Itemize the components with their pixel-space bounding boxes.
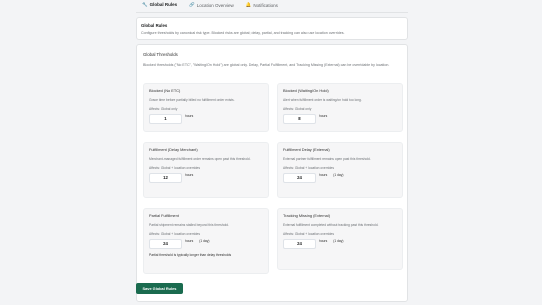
duration-note: (1 day): [199, 239, 210, 243]
unit-label: hours: [319, 173, 328, 177]
rule-title: Blocked (No ETC): [149, 88, 181, 93]
rule-card-blocked-no-etc: Blocked (No ETC) Grace time before parti…: [143, 83, 269, 132]
rule-card-partial-fulfillment: Partial Fulfillment Partial shipment rem…: [143, 208, 269, 274]
threshold-input[interactable]: 24: [149, 238, 182, 249]
threshold-input[interactable]: 12: [149, 172, 182, 183]
rule-footnote: Partial threshold is typically longer th…: [149, 252, 232, 257]
thresholds-card: Global Thresholds Blocked thresholds ("N…: [136, 44, 408, 302]
threshold-input[interactable]: 24: [283, 172, 316, 183]
rule-affects: Affects: Global + location overrides: [149, 231, 200, 236]
rule-title: Tracking Missing (External): [283, 213, 330, 218]
rule-card-fulfillment-delay-external: Fulfillment Delay (External) External pa…: [277, 142, 403, 198]
threshold-input[interactable]: 24: [283, 238, 316, 249]
rule-affects: Affects: Global + location overrides: [149, 165, 200, 170]
threshold-input[interactable]: 8: [283, 113, 316, 124]
rule-description: External partner fulfillment remains ope…: [283, 157, 371, 161]
rule-description: Partial shipment remains stalled beyond …: [149, 223, 229, 227]
wrench-icon: 🔧: [142, 1, 148, 7]
unit-label: hours: [185, 173, 194, 177]
duration-note: (1 day): [333, 173, 344, 177]
unit-label: hours: [185, 239, 194, 243]
rule-card-tracking-missing: Tracking Missing (External) External ful…: [277, 208, 403, 270]
unit-label: hours: [185, 114, 194, 118]
rule-card-blocked-waiting: Blocked (Waiting/On Hold) Alert when ful…: [277, 83, 403, 132]
tab-label: Location Overview: [196, 2, 234, 8]
section-title: Global Thresholds: [143, 52, 178, 57]
tab-label: Global Rules: [149, 2, 178, 7]
rule-affects: Affects: Global only: [283, 106, 312, 111]
rule-description: External fulfillment completed without t…: [283, 223, 379, 227]
unit-label: hours: [319, 239, 328, 243]
section-description: Blocked thresholds ("No ETC", "Waiting/O…: [143, 63, 390, 67]
rule-description: Grace time before partially billed no fu…: [149, 98, 235, 102]
page-title: Global Rules: [141, 23, 168, 28]
tab-label: Notifications: [253, 2, 278, 8]
duration-note: (1 day): [333, 239, 344, 243]
tab-divider: [136, 12, 408, 13]
bell-icon: 🔔: [245, 2, 252, 7]
rule-title: Fulfillment Delay (External): [283, 147, 330, 152]
rule-affects: Affects: Global + location overrides: [283, 165, 334, 170]
page-description: Configure thresholds by canonical risk t…: [141, 31, 345, 35]
rule-title: Fulfillment (Delay Merchant): [149, 147, 198, 152]
rule-card-fulfillment-delay-merchant: Fulfillment (Delay Merchant) Merchant-ma…: [143, 142, 269, 198]
unit-label: hours: [319, 114, 328, 118]
header-card: Global Rules Configure thresholds by can…: [136, 17, 408, 40]
threshold-input[interactable]: 1: [149, 113, 182, 124]
rule-affects: Affects: Global only: [149, 106, 178, 111]
save-global-rules-button[interactable]: Save Global Rules: [136, 283, 183, 294]
rule-title: Partial Fulfillment: [149, 213, 179, 218]
rule-description: Merchant-managed fulfillment order remai…: [149, 157, 251, 161]
rule-affects: Affects: Global + location overrides: [283, 231, 334, 236]
rule-title: Blocked (Waiting/On Hold): [283, 88, 329, 93]
rule-description: Alert when fulfillment order is waiting/…: [283, 98, 362, 102]
link-icon: 🔗: [189, 2, 195, 7]
